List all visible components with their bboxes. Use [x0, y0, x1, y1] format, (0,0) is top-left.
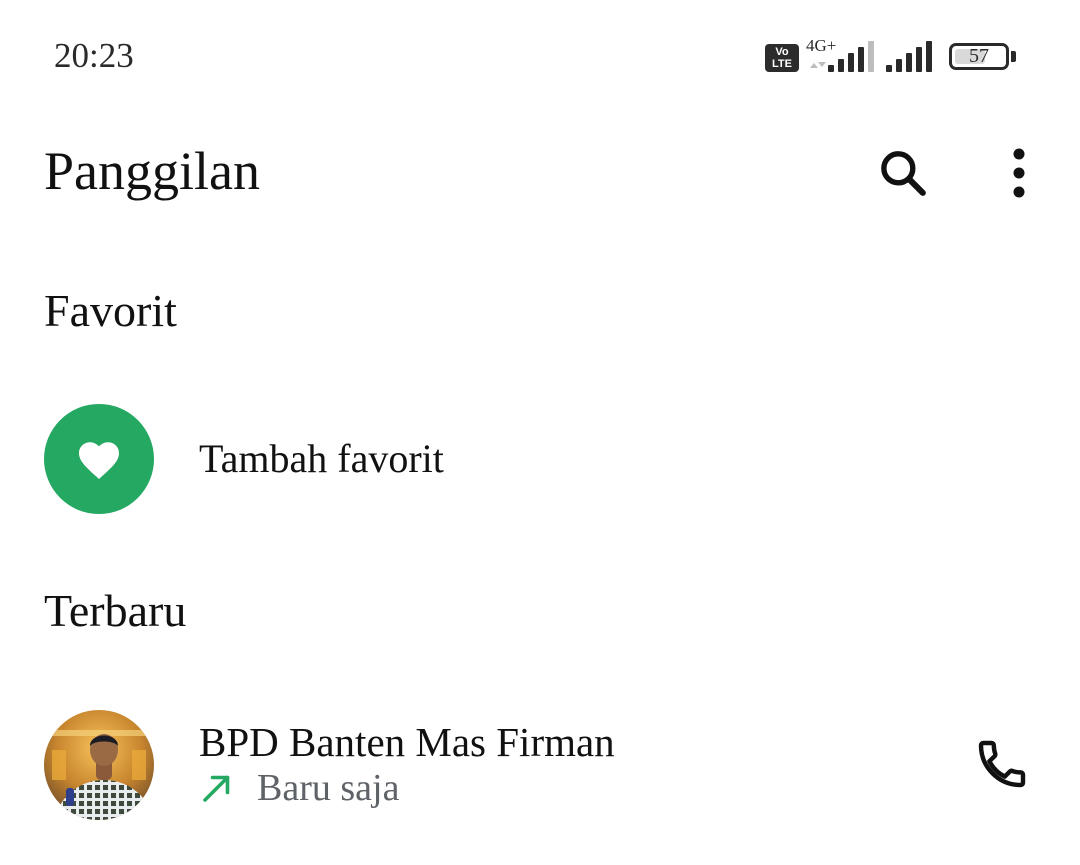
search-button[interactable]	[872, 142, 934, 204]
more-vert-icon	[1013, 148, 1025, 198]
call-button[interactable]	[966, 728, 1038, 800]
battery-icon: 57	[949, 43, 1009, 70]
add-favorite-label: Tambah favorit	[199, 436, 444, 481]
more-options-button[interactable]	[990, 142, 1048, 204]
outgoing-call-arrow-icon	[203, 775, 230, 802]
call-meta: Baru saja	[199, 764, 399, 812]
recent-section-title: Terbaru	[44, 585, 187, 636]
signal-strength-icon-sim2	[886, 41, 932, 72]
battery-percent: 57	[969, 45, 989, 67]
recent-call-row[interactable]: BPD Banten Mas Firman Baru saja	[44, 710, 1044, 820]
battery-terminal	[1011, 51, 1016, 62]
volte-icon: Vo LTE	[765, 44, 799, 72]
call-time: Baru saja	[257, 767, 400, 809]
phone-icon	[978, 740, 1026, 788]
status-time: 20:23	[54, 36, 134, 75]
add-favorite-button[interactable]: Tambah favorit	[44, 404, 664, 514]
volte-top-text: Vo	[775, 46, 789, 58]
avatar[interactable]	[44, 710, 154, 820]
page-title: Panggilan	[44, 141, 260, 201]
volte-bottom-text: LTE	[772, 58, 792, 70]
search-icon	[881, 151, 926, 196]
add-favorite-circle	[44, 404, 154, 514]
contact-name: BPD Banten Mas Firman	[199, 719, 615, 765]
heart-icon	[79, 442, 119, 479]
signal-strength-icon-sim1	[810, 41, 874, 72]
favorites-section-title: Favorit	[44, 285, 177, 336]
